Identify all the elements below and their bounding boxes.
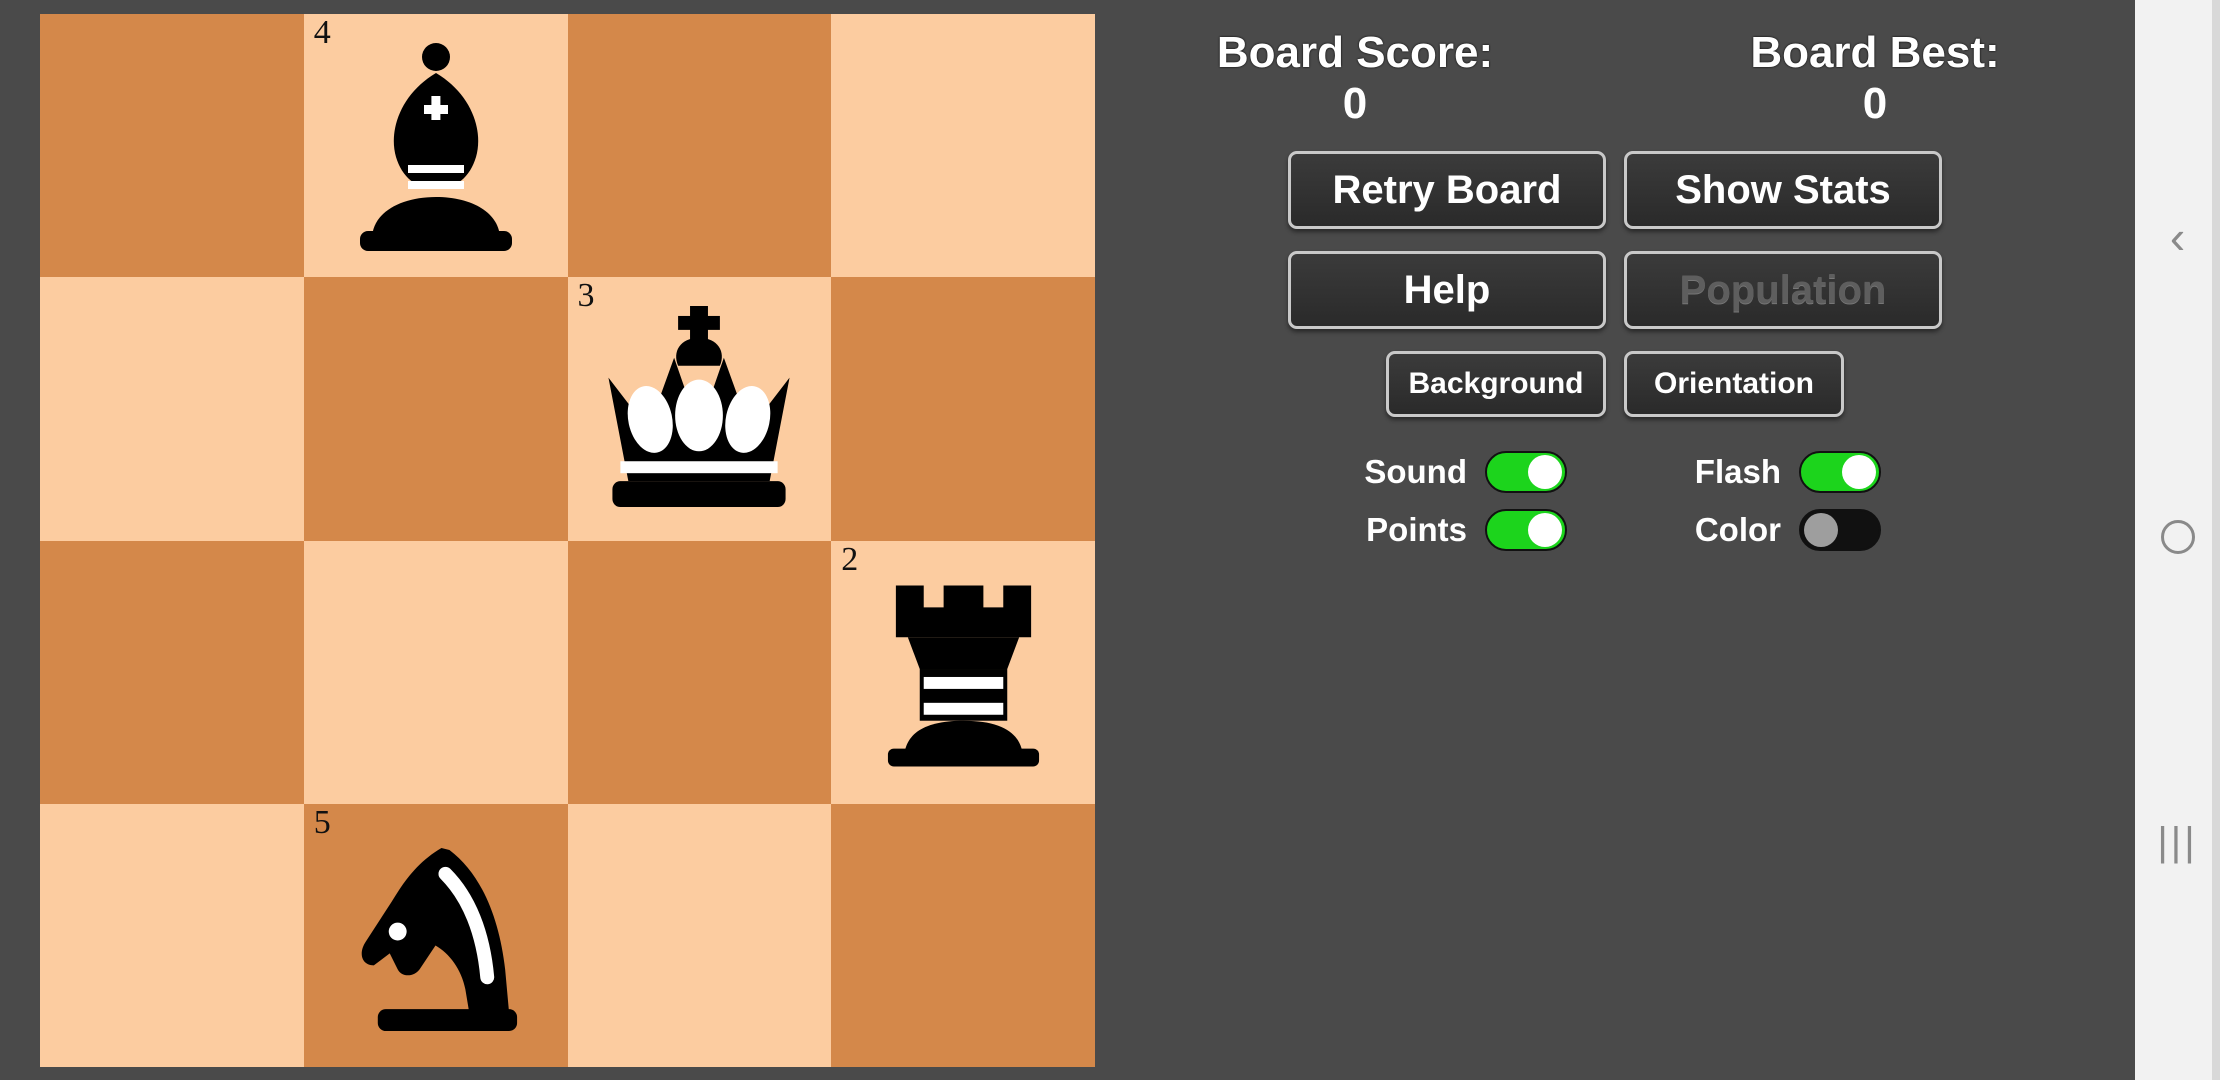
button-row-2: Help Population [1095, 251, 2135, 330]
rook-piece-icon[interactable] [831, 541, 1095, 804]
board-best: Board Best: 0 [1615, 28, 2135, 129]
button-row-1: Retry Board Show Stats [1095, 151, 2135, 230]
board-square-r3c3[interactable] [831, 803, 1095, 1067]
chess-board[interactable]: 4 3 2 5 [40, 14, 1095, 1067]
board-square-r1c0[interactable] [40, 277, 304, 541]
orientation-button[interactable]: Orientation [1624, 351, 1844, 418]
bishop-piece-icon[interactable] [304, 14, 568, 277]
population-button[interactable]: Population [1624, 251, 1942, 330]
points-toggle-row: Points [1349, 509, 1567, 552]
board-square-r2c2[interactable] [567, 540, 832, 804]
knight-piece-icon[interactable] [304, 804, 568, 1067]
flash-toggle-label: Flash [1694, 453, 1781, 491]
recent-apps-icon[interactable]: ||| [2135, 820, 2220, 865]
flash-toggle-knob [1842, 455, 1876, 490]
flash-toggle[interactable] [1799, 451, 1881, 494]
color-toggle-knob [1804, 513, 1838, 548]
points-toggle-knob [1528, 513, 1562, 548]
background-button[interactable]: Background [1386, 351, 1606, 418]
board-pane: 4 3 2 5 [0, 0, 1095, 1080]
sound-toggle[interactable] [1485, 451, 1567, 494]
board-square-r1c1[interactable] [303, 277, 568, 541]
board-square-r0c0[interactable] [40, 14, 304, 278]
control-panel: Board Score: 0 Board Best: 0 Retry Board… [1095, 0, 2135, 1080]
points-toggle-label: Points [1366, 511, 1467, 549]
color-toggle[interactable] [1799, 509, 1881, 552]
board-square-r3c0[interactable] [40, 803, 304, 1067]
board-square-r3c1[interactable]: 5 [303, 803, 568, 1067]
board-square-r1c3[interactable] [831, 277, 1095, 541]
help-button[interactable]: Help [1288, 251, 1606, 330]
board-square-r1c2[interactable]: 3 [567, 277, 832, 541]
board-square-r2c3[interactable]: 2 [831, 540, 1095, 804]
toggle-grid: Sound Flash Points Color [1095, 451, 2135, 552]
sound-toggle-row: Sound [1349, 451, 1567, 494]
sound-toggle-label: Sound [1364, 453, 1467, 491]
king-piece-icon[interactable] [568, 277, 832, 540]
board-square-r2c1[interactable] [303, 540, 568, 804]
android-nav-bar: ‹ ||| [2135, 0, 2220, 1080]
board-best-label: Board Best: [1750, 28, 2000, 77]
board-square-r0c3[interactable] [831, 14, 1095, 278]
points-toggle[interactable] [1485, 509, 1567, 552]
color-toggle-label: Color [1694, 511, 1781, 549]
board-square-r0c1[interactable]: 4 [303, 14, 568, 278]
board-score-label: Board Score: [1216, 28, 1494, 77]
score-row: Board Score: 0 Board Best: 0 [1095, 0, 2135, 129]
flash-toggle-row: Flash [1663, 451, 1881, 494]
screen-edge [2212, 0, 2220, 1080]
board-square-r2c0[interactable] [40, 540, 304, 804]
sound-toggle-knob [1528, 455, 1562, 490]
button-row-3: Background Orientation [1095, 351, 2135, 418]
retry-board-button[interactable]: Retry Board [1288, 151, 1606, 230]
board-best-value: 0 [1862, 78, 1888, 128]
color-toggle-row: Color [1663, 509, 1881, 552]
back-chevron-icon[interactable]: ‹ [2135, 210, 2220, 264]
board-square-r3c2[interactable] [567, 803, 832, 1067]
home-circle-icon[interactable] [2135, 520, 2220, 554]
show-stats-button[interactable]: Show Stats [1624, 151, 1942, 230]
board-score-value: 0 [1342, 78, 1368, 128]
board-square-r0c2[interactable] [567, 14, 832, 278]
home-circle-shape [2160, 520, 2195, 554]
board-score: Board Score: 0 [1095, 28, 1615, 129]
